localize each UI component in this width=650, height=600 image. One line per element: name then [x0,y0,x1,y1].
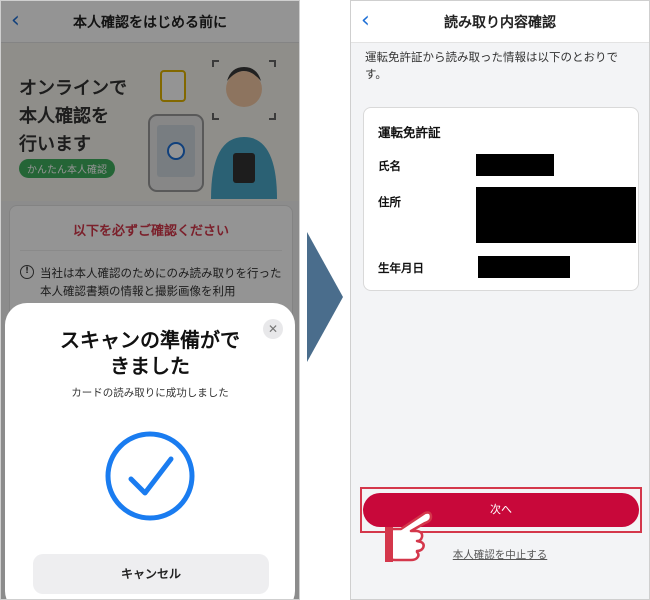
right-phone-screen: ‹ 読み取り内容確認 運転免許証から読み取った情報は以下のとおりです。 運転免許… [350,0,650,600]
right-page-title: 読み取り内容確認 [444,14,556,31]
name-label: 氏名 [378,159,401,173]
intro-text: 運転免許証から読み取った情報は以下のとおりです。 [365,50,618,81]
name-value-redacted [476,154,554,176]
scan-ready-sheet: ✕ スキャンの準備がで きました カードの読み取りに成功しました キャンセル [5,303,295,599]
birthdate-label: 生年月日 [378,261,424,275]
sheet-title: スキャンの準備がで きました [25,327,275,379]
checkmark-circle-icon [105,431,195,521]
address-value-redacted [476,187,636,243]
license-info-card: 運転免許証 氏名 住所 生年月日 [363,107,639,291]
birthdate-value-redacted [478,256,570,278]
flow-arrow-icon [307,232,343,362]
left-phone-screen: ‹ 本人確認をはじめる前に オンラインで 本人確認を 行います かんたん本人確認… [0,0,300,600]
cancel-button[interactable]: キャンセル [33,554,269,594]
pointing-hand-icon [385,511,433,562]
sheet-subtitle: カードの読み取りに成功しました [71,387,229,399]
address-label: 住所 [378,195,401,209]
chevron-left-icon[interactable]: ‹ [361,9,370,33]
card-heading: 運転免許証 [378,125,441,140]
sheet-title-line-1: スキャンの準備がで [60,328,240,352]
right-nav-bar: ‹ 読み取り内容確認 [351,1,649,43]
sheet-title-line-2: きました [110,354,190,378]
